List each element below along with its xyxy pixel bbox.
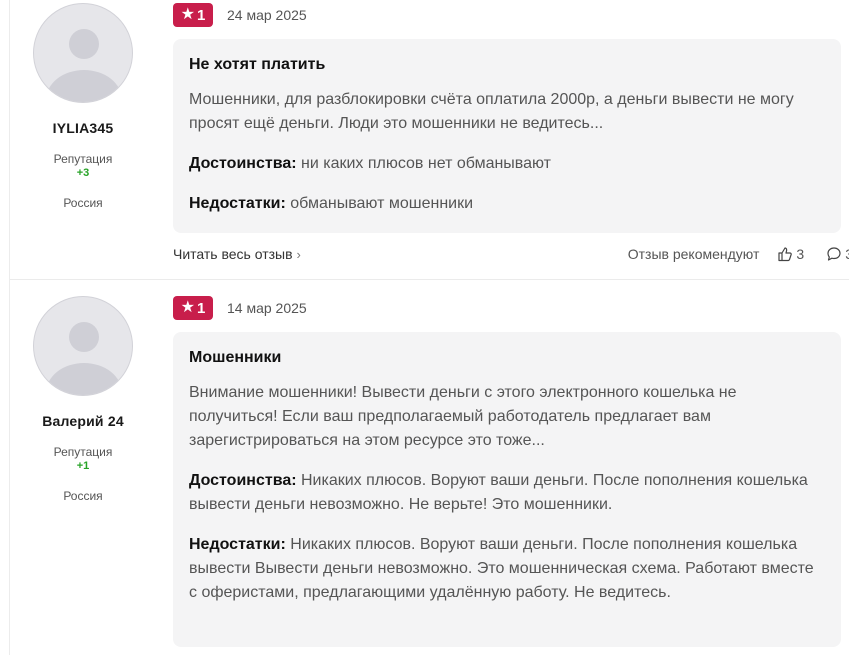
review-cons: Недостатки: Никаких плюсов. Воруют ваши … — [189, 533, 825, 605]
reputation-value: +3 — [76, 167, 90, 179]
read-full-review-link[interactable]: Читать весь отзыв › — [173, 246, 301, 262]
comment-icon[interactable] — [826, 246, 842, 262]
recommend-bar: Отзыв рекомендуют 3 3 — [628, 246, 849, 262]
star-icon: ★ — [180, 6, 195, 23]
review-text: Внимание мошенники! Вывести деньги с это… — [189, 384, 737, 449]
review-text: Мошенники, для разблокировки счёта оплат… — [189, 91, 794, 132]
review-footer: Читать весь отзыв› Отзыв рекомендуют 3 3 — [173, 246, 849, 266]
chevron-right-icon: › — [296, 247, 301, 262]
reputation-value: +1 — [76, 460, 90, 472]
comments-count: 3 — [845, 246, 849, 262]
review-author: IYLIA345 Репутация +3 Россия — [10, 3, 156, 210]
reputation-label: Репутация — [53, 445, 113, 459]
review-pros: Достоинства: ни каких плюсов нет обманыв… — [189, 152, 825, 176]
review-item: Валерий 24 Репутация +1 Россия ★ 1 14 ма… — [10, 280, 849, 655]
avatar-head-shape — [69, 322, 99, 352]
star-icon: ★ — [180, 299, 195, 316]
avatar[interactable] — [33, 3, 133, 103]
review-card: Мошенники Внимание мошенники! Вывести де… — [173, 332, 841, 647]
review-pros: Достоинства: Никаких плюсов. Воруют ваши… — [189, 469, 825, 517]
review-item: IYLIA345 Репутация +3 Россия ★ 1 24 мар … — [10, 0, 849, 279]
thumbs-up-icon[interactable] — [777, 246, 793, 262]
review-date: 24 мар 2025 — [227, 7, 307, 23]
rating-badge: ★ 1 — [173, 296, 213, 320]
pros-label: Достоинства: — [189, 472, 297, 489]
author-country: Россия — [63, 196, 103, 210]
rating-value: 1 — [197, 299, 206, 317]
avatar-head-shape — [69, 29, 99, 59]
cons-text: обманывают мошенники — [290, 195, 474, 212]
review-cons: Недостатки: обманывают мошенники — [189, 192, 825, 216]
rating-badge: ★ 1 — [173, 3, 213, 27]
review-date: 14 мар 2025 — [227, 300, 307, 316]
author-country: Россия — [63, 489, 103, 503]
review-card: Не хотят платить Мошенники, для разблоки… — [173, 39, 841, 233]
author-name[interactable]: Валерий 24 — [10, 413, 156, 429]
read-more-label: Читать весь отзыв — [173, 246, 293, 262]
cons-label: Недостатки: — [189, 536, 286, 553]
pros-label: Достоинства: — [189, 155, 297, 172]
reputation-label: Репутация — [53, 152, 113, 166]
review-title[interactable]: Мошенники — [189, 348, 825, 368]
rating-value: 1 — [197, 6, 206, 24]
avatar[interactable] — [33, 296, 133, 396]
likes-count: 3 — [796, 246, 805, 262]
cons-label: Недостатки: — [189, 195, 286, 212]
review-author: Валерий 24 Репутация +1 Россия — [10, 296, 156, 503]
pros-text: ни каких плюсов нет обманывают — [301, 155, 551, 172]
author-name[interactable]: IYLIA345 — [10, 120, 156, 136]
recommend-label: Отзыв рекомендуют — [627, 246, 760, 262]
avatar-body-shape — [46, 363, 122, 395]
avatar-body-shape — [46, 70, 122, 102]
review-title[interactable]: Не хотят платить — [189, 55, 825, 75]
